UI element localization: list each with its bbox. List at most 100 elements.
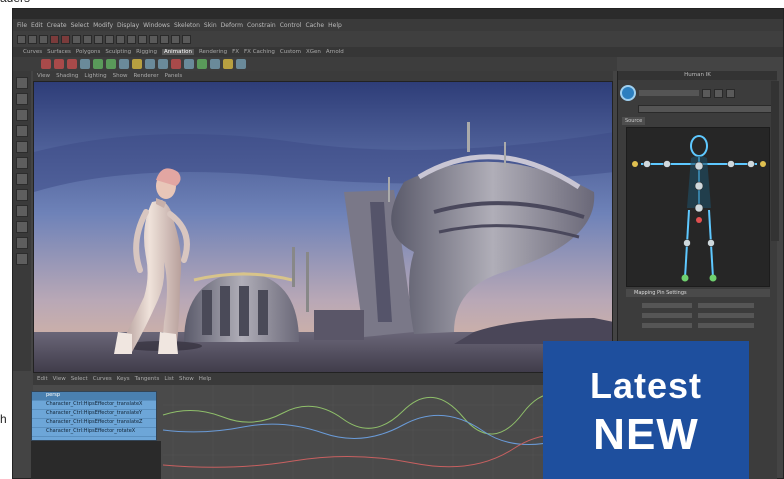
graph-menu-edit[interactable]: Edit xyxy=(37,376,48,382)
list-item[interactable]: Character_Ctrl:HipsEffector_translateY xyxy=(32,410,156,419)
paint-weights-icon[interactable] xyxy=(210,59,220,69)
undo-icon[interactable] xyxy=(50,34,59,44)
ipr-render-icon[interactable] xyxy=(171,34,180,44)
graph-menu-select[interactable]: Select xyxy=(71,376,88,382)
menu-help[interactable]: Help xyxy=(328,22,342,29)
shelf-tab-active[interactable]: Animation xyxy=(161,49,194,55)
graph-menu-help[interactable]: Help xyxy=(199,376,212,382)
redo-icon[interactable] xyxy=(61,34,70,44)
list-item[interactable]: Character_Ctrl:HipsEffector_translateX xyxy=(32,401,156,410)
shelf-tab[interactable]: Sculpting xyxy=(105,49,131,55)
shelf-tab[interactable]: Rendering xyxy=(199,49,227,55)
graph-menu-tangents[interactable]: Tangents xyxy=(135,376,160,382)
path-animation-icon[interactable] xyxy=(158,59,168,69)
viewport-menu-view[interactable]: View xyxy=(37,73,50,79)
open-scene-icon[interactable] xyxy=(28,34,37,44)
quick-rig-icon[interactable] xyxy=(236,59,246,69)
viewport-menu-renderer[interactable]: Renderer xyxy=(133,73,158,79)
shelf-tab[interactable]: Arnold xyxy=(326,49,344,55)
side-tabs[interactable] xyxy=(771,81,779,241)
select-by-object-icon[interactable] xyxy=(83,34,92,44)
snap-plane-icon[interactable] xyxy=(138,34,147,44)
shelf-tab[interactable]: Curves xyxy=(23,49,42,55)
menu-constrain[interactable]: Constrain xyxy=(247,22,276,29)
save-scene-icon[interactable] xyxy=(39,34,48,44)
playblast-icon[interactable] xyxy=(119,59,129,69)
side-by-side-layout-icon[interactable] xyxy=(16,221,28,233)
menu-edit[interactable]: Edit xyxy=(31,22,43,29)
scale-tool-icon[interactable] xyxy=(16,157,28,169)
shelf-tab[interactable]: Custom xyxy=(280,49,301,55)
menu-skin[interactable]: Skin xyxy=(204,22,217,29)
render-frame-icon[interactable] xyxy=(160,34,169,44)
ghost-icon[interactable] xyxy=(145,59,155,69)
single-view-layout-icon[interactable] xyxy=(16,189,28,201)
graph-layout-icon[interactable] xyxy=(16,253,28,265)
graph-menu-list[interactable]: List xyxy=(164,376,174,382)
render-settings-icon[interactable] xyxy=(182,34,191,44)
select-by-hierarchy-icon[interactable] xyxy=(72,34,81,44)
menu-create[interactable]: Create xyxy=(47,22,67,29)
settings-section-header[interactable]: Mapping Pin Settings xyxy=(626,289,770,297)
menu-select[interactable]: Select xyxy=(71,22,90,29)
new-scene-icon[interactable] xyxy=(17,34,26,44)
dope-sheet-icon[interactable] xyxy=(93,59,103,69)
snap-point-icon[interactable] xyxy=(127,34,136,44)
bind-skin-icon[interactable] xyxy=(197,59,207,69)
character-menu-icon[interactable] xyxy=(702,88,711,98)
graph-menu-view[interactable]: View xyxy=(53,376,66,382)
menu-file[interactable]: File xyxy=(17,22,27,29)
shelf-tab[interactable]: FX xyxy=(232,49,239,55)
menu-display[interactable]: Display xyxy=(117,22,139,29)
menu-deform[interactable]: Deform xyxy=(221,22,243,29)
ik-handle-icon[interactable] xyxy=(184,59,194,69)
motion-trail-icon[interactable] xyxy=(132,59,142,69)
outliner-list[interactable]: persp Character_Ctrl:HipsEffector_transl… xyxy=(31,391,157,441)
viewport-menu-shading[interactable]: Shading xyxy=(56,73,78,79)
character-controls-view[interactable] xyxy=(626,127,770,287)
outliner-header[interactable]: persp xyxy=(32,392,156,401)
viewport-menu-panels[interactable]: Panels xyxy=(165,73,183,79)
render-view-icon[interactable] xyxy=(149,34,158,44)
source-menu-icon[interactable] xyxy=(714,88,723,98)
key-translate-icon[interactable] xyxy=(54,59,64,69)
list-item[interactable]: Character_Ctrl:HipsEffector_translateZ xyxy=(32,419,156,428)
rotate-tool-icon[interactable] xyxy=(16,141,28,153)
viewport-menu-lighting[interactable]: Lighting xyxy=(84,73,106,79)
shelf-tab[interactable]: Polygons xyxy=(76,49,100,55)
menu-control[interactable]: Control xyxy=(280,22,302,29)
key-rotate-icon[interactable] xyxy=(67,59,77,69)
menu-windows[interactable]: Windows xyxy=(143,22,170,29)
set-key-icon[interactable] xyxy=(41,59,51,69)
menu-modify[interactable]: Modify xyxy=(93,22,113,29)
viewport-menu-show[interactable]: Show xyxy=(113,73,128,79)
list-item[interactable]: Character_Ctrl:HipsEffector_rotateX xyxy=(32,428,156,437)
select-by-component-icon[interactable] xyxy=(94,34,103,44)
shelf-tab[interactable]: FX Caching xyxy=(244,49,275,55)
shelf-tab[interactable]: XGen xyxy=(306,49,321,55)
move-tool-icon[interactable] xyxy=(16,125,28,137)
joint-tool-icon[interactable] xyxy=(171,59,181,69)
shelf-tab[interactable]: Surfaces xyxy=(47,49,71,55)
edit-controls-icon[interactable] xyxy=(726,88,735,98)
outliner-layout-icon[interactable] xyxy=(16,237,28,249)
last-tool-icon[interactable] xyxy=(16,173,28,185)
snap-grid-icon[interactable] xyxy=(105,34,114,44)
snap-curve-icon[interactable] xyxy=(116,34,125,44)
character-field[interactable] xyxy=(639,90,699,96)
graph-editor-icon[interactable] xyxy=(80,59,90,69)
paint-select-tool-icon[interactable] xyxy=(16,109,28,121)
source-dropdown[interactable] xyxy=(638,105,772,113)
four-view-layout-icon[interactable] xyxy=(16,205,28,217)
select-tool-icon[interactable] xyxy=(16,77,28,89)
menu-skeleton[interactable]: Skeleton xyxy=(174,22,200,29)
graph-menu-curves[interactable]: Curves xyxy=(93,376,112,382)
humanik-shelf-icon[interactable] xyxy=(223,59,233,69)
menu-cache[interactable]: Cache xyxy=(305,22,324,29)
3d-viewport[interactable] xyxy=(33,81,613,373)
graph-menu-keys[interactable]: Keys xyxy=(117,376,130,382)
trax-editor-icon[interactable] xyxy=(106,59,116,69)
lasso-tool-icon[interactable] xyxy=(16,93,28,105)
graph-menu-show[interactable]: Show xyxy=(179,376,194,382)
shelf-tab[interactable]: Rigging xyxy=(136,49,157,55)
